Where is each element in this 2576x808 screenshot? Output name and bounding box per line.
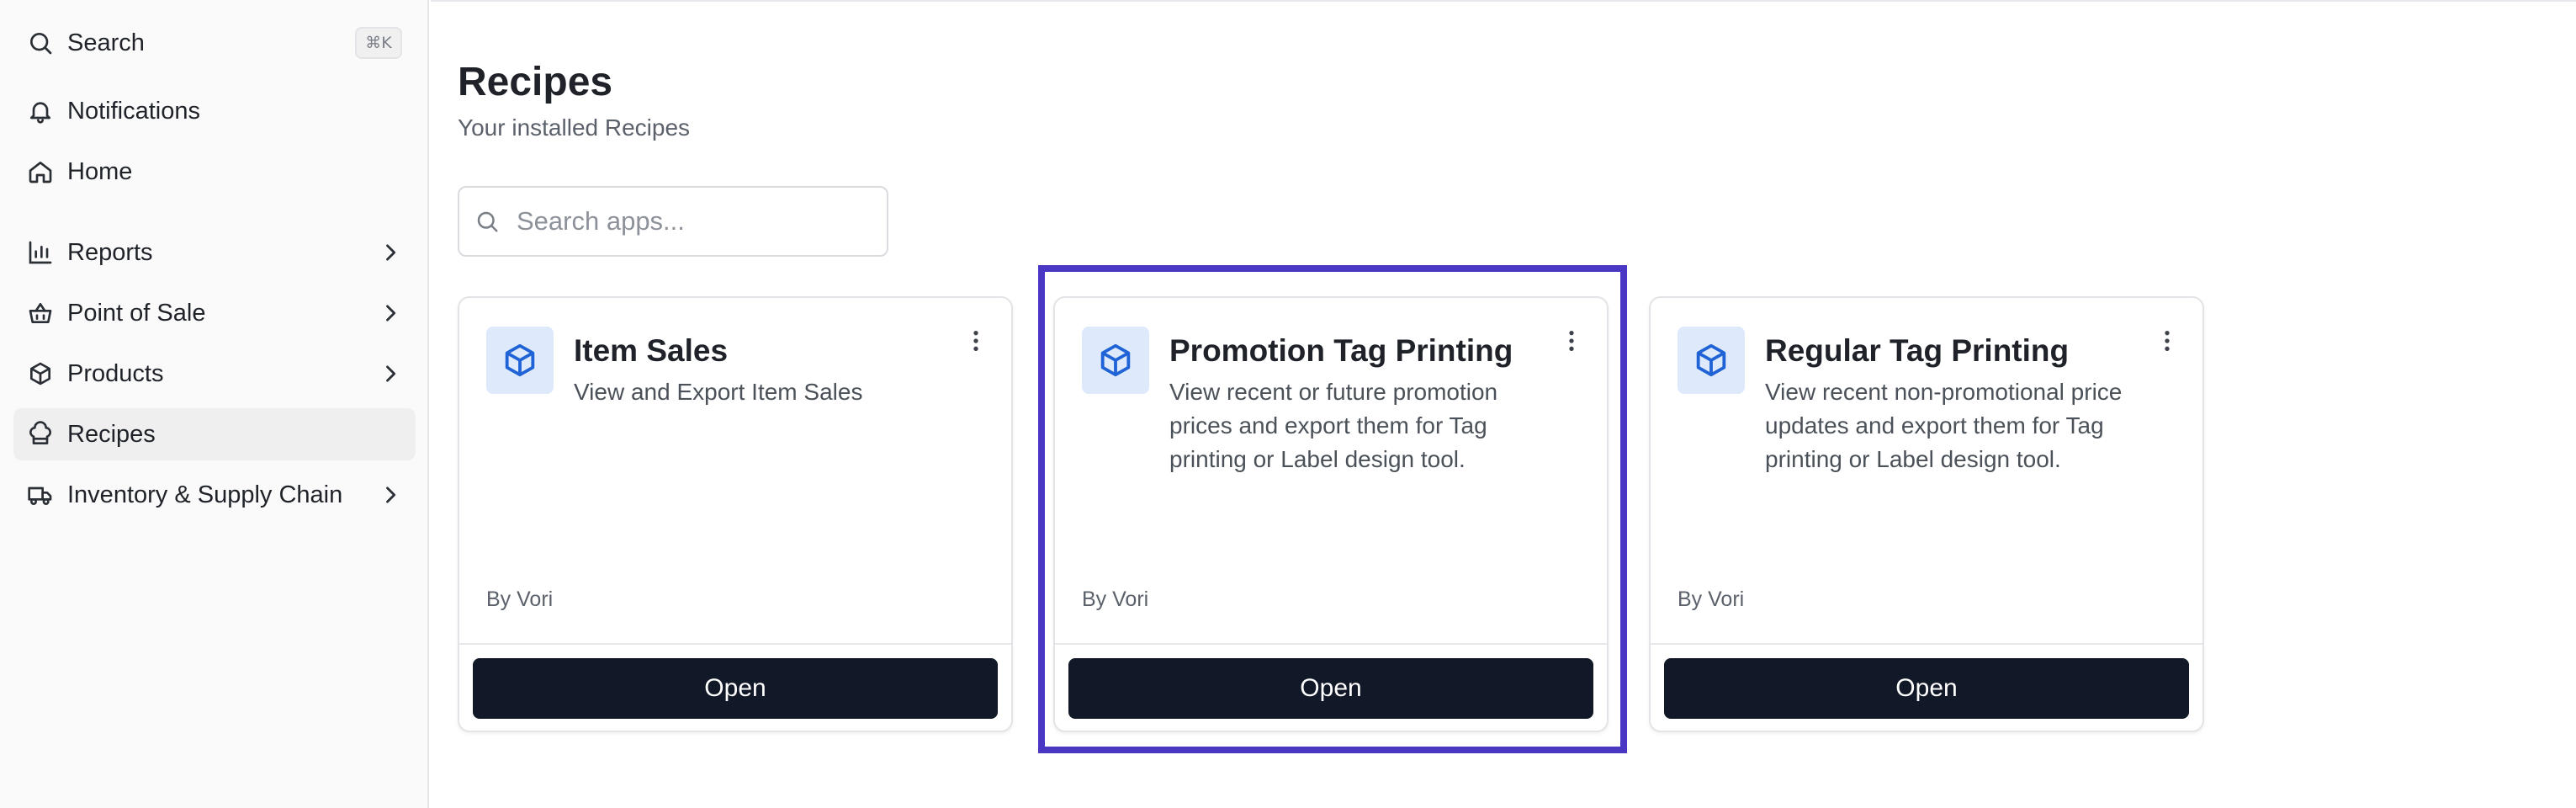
app-root: Search ⌘K Notifications Home Reports Poi… bbox=[0, 0, 2576, 808]
card-divider bbox=[1055, 643, 1607, 645]
sidebar-item-recipes[interactable]: Recipes bbox=[13, 408, 416, 460]
card-divider bbox=[1651, 643, 2202, 645]
chevron-right-icon bbox=[379, 241, 402, 264]
sidebar-item-label: Inventory & Supply Chain bbox=[67, 481, 343, 508]
open-button[interactable]: Open bbox=[1068, 658, 1593, 719]
home-icon bbox=[27, 158, 54, 185]
recipe-card-item-sales: Item Sales View and Export Item Sales By… bbox=[458, 296, 1013, 732]
recipe-card-regular-tag-printing: Regular Tag Printing View recent non-pro… bbox=[1649, 296, 2204, 732]
more-options-icon[interactable] bbox=[959, 322, 993, 360]
page-subtitle: Your installed Recipes bbox=[458, 114, 691, 141]
sidebar-item-home[interactable]: Home bbox=[13, 146, 416, 198]
search-apps-input[interactable] bbox=[517, 206, 870, 237]
cube-icon bbox=[486, 327, 554, 394]
more-options-icon[interactable] bbox=[2150, 322, 2184, 360]
sidebar-item-label: Products bbox=[67, 359, 164, 387]
top-divider bbox=[431, 0, 2576, 2]
open-button[interactable]: Open bbox=[1664, 658, 2189, 719]
card-description: View recent non-promotional price update… bbox=[1765, 379, 2123, 472]
page-title: Recipes bbox=[458, 60, 613, 104]
card-title: Promotion Tag Printing bbox=[1169, 333, 1513, 368]
sidebar-item-products[interactable]: Products bbox=[13, 348, 416, 400]
card-author: By Vori bbox=[486, 587, 554, 611]
card-title: Regular Tag Printing bbox=[1765, 333, 2070, 368]
search-apps-field[interactable] bbox=[458, 186, 888, 257]
search-icon bbox=[27, 29, 54, 56]
card-title: Item Sales bbox=[574, 333, 729, 368]
sidebar: Search ⌘K Notifications Home Reports Poi… bbox=[0, 0, 429, 808]
sidebar-item-notifications[interactable]: Notifications bbox=[13, 85, 416, 137]
sidebar-item-label: Reports bbox=[67, 238, 153, 266]
box-icon bbox=[27, 360, 54, 387]
sidebar-item-point-of-sale[interactable]: Point of Sale bbox=[13, 287, 416, 339]
sidebar-item-label: Recipes bbox=[67, 420, 156, 448]
bell-icon bbox=[27, 98, 54, 125]
card-divider bbox=[459, 643, 1011, 645]
card-description: View recent or future promotion prices a… bbox=[1169, 379, 1498, 472]
sidebar-item-label: Home bbox=[67, 157, 133, 185]
cube-icon bbox=[1678, 327, 1745, 394]
open-button[interactable]: Open bbox=[473, 658, 998, 719]
cube-icon bbox=[1082, 327, 1149, 394]
sidebar-item-inventory-supply-chain[interactable]: Inventory & Supply Chain bbox=[13, 469, 416, 521]
search-shortcut-badge: ⌘K bbox=[355, 27, 402, 59]
chevron-right-icon bbox=[379, 362, 402, 385]
recipe-icon bbox=[27, 421, 54, 448]
basket-icon bbox=[27, 300, 54, 327]
sidebar-item-reports[interactable]: Reports bbox=[13, 226, 416, 279]
bar-chart-icon bbox=[27, 239, 54, 266]
truck-icon bbox=[27, 481, 54, 508]
card-author: By Vori bbox=[1082, 587, 1149, 611]
more-options-icon[interactable] bbox=[1555, 322, 1588, 360]
card-description: View and Export Item Sales bbox=[574, 379, 863, 405]
sidebar-item-label: Point of Sale bbox=[67, 299, 206, 327]
recipe-card-promotion-tag-printing: Promotion Tag Printing View recent or fu… bbox=[1053, 296, 1609, 732]
chevron-right-icon bbox=[379, 301, 402, 325]
sidebar-item-label: Notifications bbox=[67, 97, 200, 125]
card-author: By Vori bbox=[1678, 587, 1745, 611]
chevron-right-icon bbox=[379, 483, 402, 507]
search-icon bbox=[474, 209, 500, 234]
